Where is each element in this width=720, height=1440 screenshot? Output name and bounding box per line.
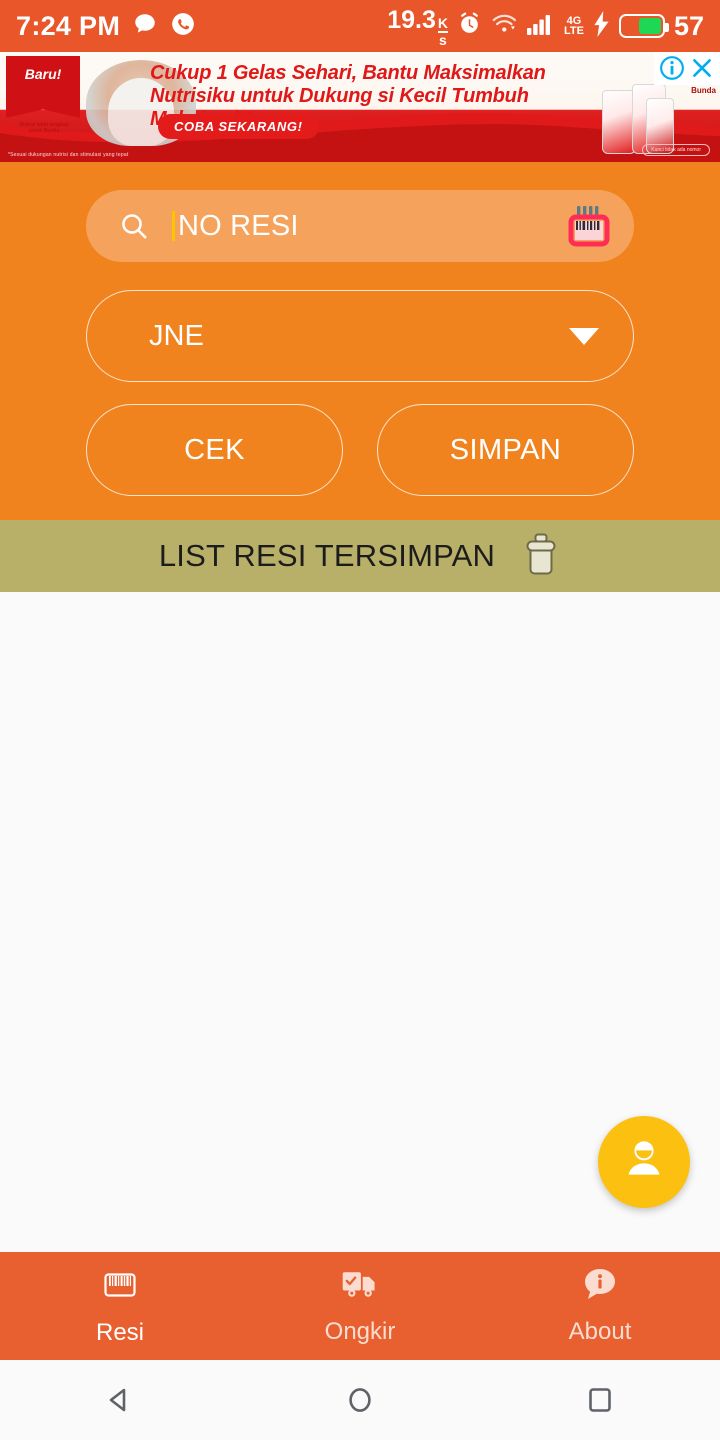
saved-list-title: LIST RESI TERSIMPAN — [158, 538, 496, 573]
chevron-down-icon — [569, 327, 599, 345]
status-bar: 7:24 PM 19.3 K s 4G LTE 57 — [0, 0, 720, 52]
ad-brand-sub: Nutrisi lebih lengkap untuk Bunda — [19, 122, 69, 134]
nav-item-resi[interactable]: Resi — [0, 1252, 240, 1360]
trash-icon[interactable] — [521, 532, 561, 581]
signal-bars-icon — [526, 12, 555, 41]
ad-brand-tag: Baru! — [6, 56, 80, 118]
network-type-bottom: LTE — [563, 25, 584, 37]
home-circle-icon[interactable] — [338, 1378, 382, 1422]
back-triangle-icon[interactable] — [98, 1378, 142, 1422]
speed-unit-top: K — [437, 14, 448, 33]
nav-item-ongkir[interactable]: Ongkir — [240, 1252, 480, 1360]
info-bubble-icon — [581, 1266, 619, 1309]
status-bar-left: 7:24 PM — [16, 11, 196, 42]
battery-fill — [638, 18, 661, 34]
nav-label-ongkir: Ongkir — [324, 1318, 396, 1345]
wifi-icon — [491, 12, 518, 41]
ad-controls — [654, 52, 720, 85]
barcode-scanner-icon[interactable] — [566, 205, 612, 247]
save-button[interactable]: SIMPAN — [377, 404, 634, 496]
ad-product-label: Bunda — [691, 86, 716, 95]
ad-badge: Kunci tidak ada nomor — [642, 144, 710, 156]
network-speed: 19.3 K s — [387, 5, 448, 48]
ad-cta-button[interactable]: COBA SEKARANG! — [158, 114, 319, 139]
nav-label-resi: Resi — [95, 1319, 144, 1346]
4g-lte-icon: 4G LTE — [563, 16, 584, 37]
person-icon — [619, 1135, 669, 1190]
saved-list-header: LIST RESI TERSIMPAN — [0, 520, 720, 592]
delivery-truck-check-icon — [340, 1266, 380, 1309]
search-placeholder: NO RESI — [178, 209, 299, 242]
status-time: 7:24 PM — [16, 10, 121, 41]
android-system-nav — [0, 1360, 720, 1440]
barcode-icon — [100, 1265, 140, 1310]
adchoices-info-icon[interactable] — [659, 55, 685, 81]
courier-select-value: JNE — [149, 319, 204, 352]
nav-item-about[interactable]: About — [480, 1252, 720, 1360]
speed-unit-bottom: s — [439, 31, 447, 48]
courier-select[interactable]: JNE — [86, 290, 634, 382]
nav-label-about: About — [568, 1318, 632, 1345]
search-icon — [118, 210, 150, 242]
bottom-navigation: Resi Ongkir About — [0, 1252, 720, 1360]
alarm-icon — [457, 11, 482, 41]
ad-banner[interactable]: Baru! Nutrisi lebih lengkap untuk Bunda … — [0, 52, 720, 162]
recents-square-icon[interactable] — [578, 1378, 622, 1422]
charging-bolt-icon — [593, 10, 610, 42]
search-input[interactable]: NO RESI — [86, 190, 634, 262]
battery-icon — [618, 14, 669, 38]
battery-percent: 57 — [673, 10, 704, 41]
tracking-form-panel: NO RESI JNE CEK SIMPAN — [0, 162, 720, 520]
check-button[interactable]: CEK — [86, 404, 343, 496]
close-icon[interactable] — [689, 55, 715, 81]
text-caret — [172, 211, 175, 241]
status-bar-right: 19.3 K s 4G LTE 57 — [387, 6, 704, 47]
whatsapp-icon — [170, 11, 196, 42]
app-root: 7:24 PM 19.3 K s 4G LTE 57 Baru! Nutrisi… — [0, 0, 720, 1440]
action-buttons: CEK SIMPAN — [86, 404, 634, 496]
ad-disclaimer: *Sesuai dukungan nutrisi dan stimulasi y… — [8, 152, 129, 158]
chat-bubble-icon — [132, 11, 158, 42]
profile-fab-button[interactable] — [598, 1116, 690, 1208]
saved-list-body — [0, 592, 720, 1252]
